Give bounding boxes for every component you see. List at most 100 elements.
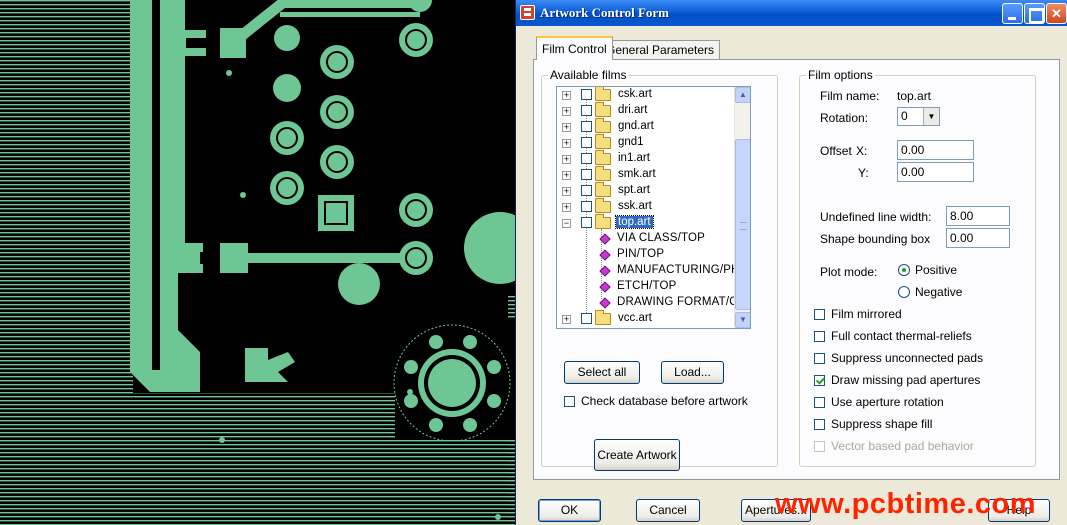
checkbox-box[interactable] [814, 309, 825, 320]
radio-dot[interactable] [898, 286, 910, 298]
expand-icon[interactable]: + [562, 187, 571, 196]
subclass-icon [599, 281, 611, 293]
film-label: dri.art [618, 104, 648, 116]
film-checkbox[interactable] [581, 201, 592, 212]
subclass-item[interactable]: ETCH/TOP [557, 279, 735, 295]
film-item-csk[interactable]: + csk.art [557, 87, 735, 103]
expand-icon[interactable]: + [562, 107, 571, 116]
expand-icon[interactable]: + [562, 123, 571, 132]
plot-mode-negative-label: Negative [915, 285, 963, 299]
ok-button[interactable]: OK [538, 499, 601, 522]
folder-icon [595, 182, 611, 197]
film-item-dri[interactable]: + dri.art [557, 102, 735, 119]
folder-icon [595, 310, 611, 325]
expand-icon[interactable]: + [562, 139, 571, 148]
folder-icon [595, 87, 611, 101]
vector-based-pad-behavior-label: Vector based pad behavior [831, 439, 974, 453]
subclass-label: MANUFACTURING/PH [617, 264, 740, 276]
film-label: smk.art [618, 168, 656, 180]
film-item-gnd1[interactable]: + gnd1 [557, 134, 735, 151]
film-label: spt.art [618, 184, 650, 196]
film-item-spt[interactable]: + spt.art [557, 182, 735, 199]
minimize-button[interactable] [1002, 3, 1023, 24]
checkbox-box[interactable] [814, 375, 825, 386]
rotation-select[interactable]: 0 ▼ [897, 107, 940, 126]
film-checkbox[interactable] [581, 153, 592, 164]
tab-panel: Available films + csk.art + dri.art + gn… [533, 59, 1060, 480]
film-name-value: top.art [897, 89, 932, 103]
film-checkbox[interactable] [581, 169, 592, 180]
folder-icon [595, 118, 611, 133]
scroll-thumb[interactable] [735, 139, 750, 310]
tab-film-control[interactable]: Film Control [536, 36, 613, 60]
pcb-artwork [0, 0, 515, 525]
offset-y-field[interactable]: 0.00 [897, 162, 974, 182]
scroll-up-icon[interactable]: ▲ [735, 87, 750, 103]
film-checkbox[interactable] [581, 313, 592, 324]
available-films-label: Available films [548, 68, 629, 82]
tab-general-parameters[interactable]: General Parameters [600, 40, 721, 59]
film-label: ssk.art [618, 200, 652, 212]
subclass-item[interactable]: DRAWING FORMAT/O [557, 295, 739, 311]
subclass-item[interactable]: PIN/TOP [557, 247, 735, 263]
pcb-canvas[interactable] [0, 0, 515, 525]
film-checkbox[interactable] [581, 137, 592, 148]
checkbox-box[interactable] [564, 396, 575, 407]
film-checkbox[interactable] [581, 105, 592, 116]
offset-x-field[interactable]: 0.00 [897, 140, 974, 160]
maximize-button[interactable] [1024, 3, 1045, 24]
undefined-line-width-field[interactable]: 8.00 [946, 206, 1010, 226]
rotation-value: 0 [901, 109, 908, 123]
expand-icon[interactable]: + [562, 171, 571, 180]
film-checkbox[interactable] [581, 217, 592, 228]
subclass-label: PIN/TOP [617, 248, 665, 260]
film-label: gnd1 [618, 136, 644, 148]
checkbox-box[interactable] [814, 353, 825, 364]
film-item-smk[interactable]: + smk.art [557, 166, 735, 183]
tree-scrollbar[interactable]: ▲ ▼ [734, 87, 750, 328]
shape-bounding-box-field[interactable]: 0.00 [946, 228, 1010, 248]
film-item-gnd[interactable]: + gnd.art [557, 118, 735, 135]
select-all-button[interactable]: Select all [564, 361, 640, 384]
folder-icon [595, 150, 611, 165]
film-item-top[interactable]: − top.art [557, 214, 735, 231]
title-bar[interactable]: Artwork Control Form ✕ [516, 0, 1067, 26]
film-item-in1[interactable]: + in1.art [557, 150, 735, 167]
check-database-label: Check database before artwork [581, 394, 748, 408]
close-button[interactable]: ✕ [1046, 3, 1067, 24]
subclass-icon [599, 297, 611, 309]
expand-icon[interactable]: + [562, 203, 571, 212]
radio-dot[interactable] [898, 264, 910, 276]
film-item-ssk[interactable]: + ssk.art [557, 198, 735, 215]
create-artwork-button[interactable]: Create Artwork [594, 439, 680, 471]
checkbox-box[interactable] [814, 397, 825, 408]
expand-icon[interactable]: + [562, 315, 571, 324]
film-checkbox[interactable] [581, 185, 592, 196]
film-label: gnd.art [618, 120, 654, 132]
film-label: csk.art [618, 88, 652, 100]
film-checkbox[interactable] [581, 121, 592, 132]
folder-icon [595, 134, 611, 149]
cancel-button[interactable]: Cancel [636, 499, 700, 522]
subclass-label: ETCH/TOP [617, 280, 677, 292]
subclass-icon [599, 249, 611, 261]
offset-label: Offset [820, 144, 852, 158]
film-name-label: Film name: [820, 89, 880, 103]
folder-icon [595, 102, 611, 117]
expand-icon[interactable]: + [562, 155, 571, 164]
subclass-label: DRAWING FORMAT/O [617, 296, 739, 308]
film-tree[interactable]: + csk.art + dri.art + gnd.art + gnd1 + i… [556, 86, 751, 329]
film-checkbox[interactable] [581, 89, 592, 100]
film-item-vcc[interactable]: + vcc.art [557, 310, 735, 327]
scroll-down-icon[interactable]: ▼ [735, 312, 750, 328]
load-button[interactable]: Load... [661, 361, 724, 384]
suppress-shape-fill-label: Suppress shape fill [831, 417, 933, 431]
artwork-control-dialog: Artwork Control Form ✕ Film Control Gene… [515, 0, 1067, 525]
subclass-item[interactable]: VIA CLASS/TOP [557, 231, 735, 247]
expand-icon[interactable]: + [562, 91, 571, 100]
subclass-item[interactable]: MANUFACTURING/PH [557, 263, 739, 279]
collapse-icon[interactable]: − [562, 219, 571, 228]
chevron-down-icon[interactable]: ▼ [923, 108, 939, 125]
checkbox-box[interactable] [814, 419, 825, 430]
checkbox-box[interactable] [814, 331, 825, 342]
